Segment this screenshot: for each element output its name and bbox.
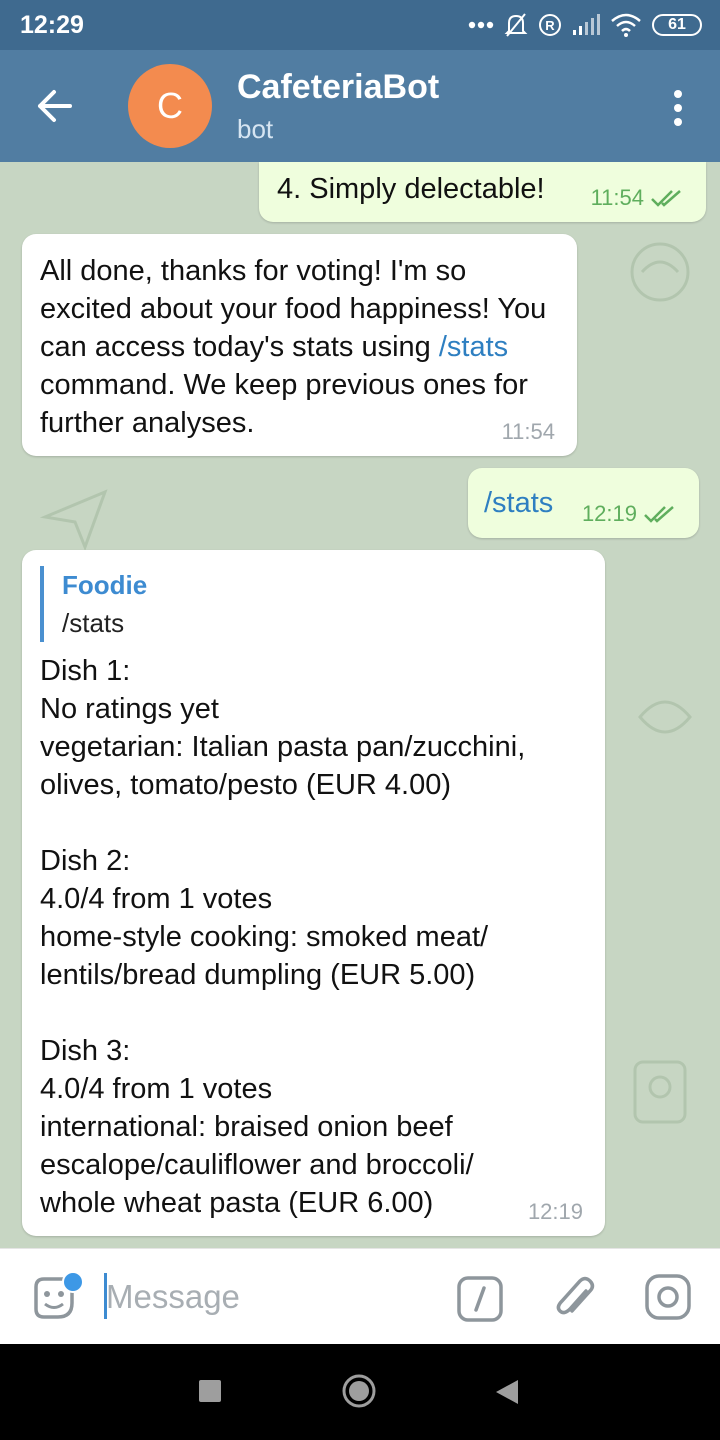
recents-button[interactable]: [199, 1380, 221, 1402]
svg-text:R: R: [545, 18, 555, 33]
avatar[interactable]: C: [128, 64, 212, 148]
stats-line: home-style cooking: smoked meat/: [40, 921, 489, 953]
chat-header: C CafeteriaBot bot: [0, 50, 720, 162]
message-meta: 11:54: [502, 420, 555, 444]
message-text: All done, thanks for voting! I'm so exci…: [40, 252, 565, 442]
system-back-button[interactable]: [494, 1378, 520, 1406]
message-time: 12:19: [581, 501, 637, 526]
chat-title[interactable]: CafeteriaBot: [237, 68, 439, 107]
back-button[interactable]: [30, 84, 80, 128]
outgoing-message[interactable]: 4. Simply delectable! 11:54: [259, 162, 706, 222]
stats-line: [40, 994, 600, 1032]
stats-line: olives, tomato/pesto (EUR 4.00): [40, 769, 452, 801]
reply-quote[interactable]: Foodie /stats: [40, 566, 147, 642]
battery-level: 61: [668, 16, 686, 33]
message-time: 12:19: [527, 1199, 583, 1224]
more-vert-icon: [674, 90, 682, 126]
stats-line: Dish 2:: [40, 845, 131, 877]
avatar-letter: C: [157, 85, 183, 126]
stats-line: whole wheat pasta (EUR 6.00): [40, 1187, 434, 1219]
camera-button[interactable]: [644, 1273, 692, 1321]
stats-command-link[interactable]: /stats: [484, 484, 553, 522]
quote-author: Foodie: [62, 570, 148, 600]
background-doodle-icon: [40, 489, 108, 552]
stats-line: 4.0/4 from 1 votes: [40, 1073, 273, 1105]
home-button[interactable]: [340, 1372, 378, 1410]
message-text: 4. Simply delectable!: [277, 173, 545, 205]
message-text-part: command. We keep previous ones for furth…: [40, 369, 528, 439]
wifi-icon: [611, 13, 641, 37]
status-icons: R 61: [468, 12, 702, 38]
incoming-message[interactable]: All done, thanks for voting! I'm so exci…: [22, 234, 577, 456]
chat-subtitle: bot: [237, 114, 274, 144]
attach-button[interactable]: [552, 1273, 598, 1323]
message-meta: 11:54: [591, 186, 684, 210]
stats-line: Dish 1:: [40, 655, 131, 687]
more-notifications-icon: [468, 21, 494, 29]
stats-message-body: Dish 1: No ratings yet vegetarian: Itali…: [40, 652, 600, 1222]
double-check-icon: [644, 506, 674, 523]
mute-bell-icon: [504, 13, 528, 37]
message-input[interactable]: [106, 1277, 426, 1317]
message-meta: 12:19: [528, 1200, 583, 1224]
message-time: 11:54: [501, 419, 555, 444]
signal-icon: [573, 14, 600, 35]
notification-dot: [62, 1271, 84, 1293]
stats-line: vegetarian: Italian pasta pan/zucchini,: [40, 731, 526, 763]
stats-line: international: braised onion beef: [40, 1111, 453, 1143]
camera-icon: [645, 1274, 691, 1320]
incoming-message[interactable]: Foodie /stats Dish 1: No ratings yet veg…: [22, 550, 605, 1236]
stats-line: lentils/bread dumpling (EUR 5.00): [40, 959, 476, 991]
status-bar: 12:29 R 61: [0, 0, 720, 50]
chat-area[interactable]: 4. Simply delectable! 11:54 All done, th…: [0, 162, 720, 1248]
message-input-bar: [0, 1248, 720, 1345]
stats-line: No ratings yet: [40, 693, 219, 725]
back-arrow-icon: [38, 90, 72, 122]
stats-command-link[interactable]: /stats: [439, 331, 508, 363]
registered-icon: R: [539, 14, 561, 36]
paperclip-icon: [556, 1276, 595, 1315]
quote-text: /stats: [62, 608, 125, 638]
status-time: 12:29: [20, 11, 84, 39]
stats-line: escalope/cauliflower and broccoli/: [40, 1149, 474, 1181]
battery-indicator: 61: [652, 14, 702, 36]
double-check-icon: [651, 190, 681, 207]
command-icon: [457, 1276, 503, 1322]
background-doodle-icon: [630, 242, 690, 302]
stats-line: Dish 3:: [40, 1035, 131, 1067]
outgoing-message[interactable]: /stats 12:19: [468, 468, 699, 538]
message-meta: 12:19: [582, 502, 677, 526]
stats-line: [40, 804, 600, 842]
stats-line: 4.0/4 from 1 votes: [40, 883, 273, 915]
background-doodle-icon: [638, 700, 692, 734]
message-time: 11:54: [590, 185, 644, 210]
more-options-button[interactable]: [666, 86, 690, 130]
background-doodle-icon: [633, 1060, 687, 1124]
bot-command-button[interactable]: [456, 1275, 504, 1323]
